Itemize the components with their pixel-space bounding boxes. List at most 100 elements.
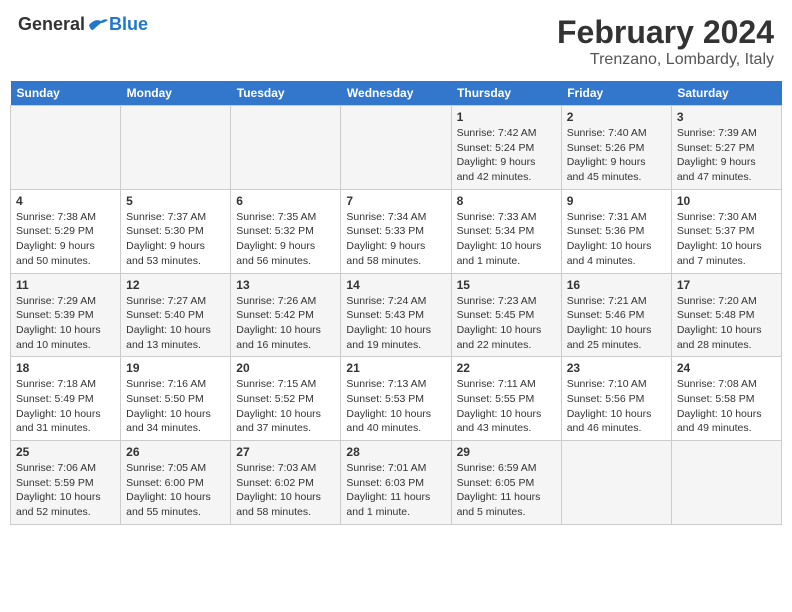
day-number: 10	[677, 194, 776, 208]
day-number: 11	[16, 278, 115, 292]
weekday-header-friday: Friday	[561, 81, 671, 106]
logo: General Blue	[18, 14, 148, 35]
weekday-header-wednesday: Wednesday	[341, 81, 451, 106]
day-number: 5	[126, 194, 225, 208]
day-number: 19	[126, 361, 225, 375]
week-row-1: 1 Sunrise: 7:42 AMSunset: 5:24 PMDaylight…	[11, 106, 782, 190]
day-number: 12	[126, 278, 225, 292]
header: General Blue February 2024 Trenzano, Lom…	[10, 10, 782, 73]
weekday-header-monday: Monday	[121, 81, 231, 106]
weekday-header-row: SundayMondayTuesdayWednesdayThursdayFrid…	[11, 81, 782, 106]
calendar-cell	[121, 106, 231, 190]
calendar-cell: 16 Sunrise: 7:21 AMSunset: 5:46 PMDayligh…	[561, 273, 671, 357]
calendar-cell: 10 Sunrise: 7:30 AMSunset: 5:37 PMDayligh…	[671, 189, 781, 273]
day-number: 23	[567, 361, 666, 375]
day-info: Sunrise: 6:59 AMSunset: 6:05 PMDaylight:…	[457, 461, 556, 520]
calendar-cell: 14 Sunrise: 7:24 AMSunset: 5:43 PMDayligh…	[341, 273, 451, 357]
day-number: 1	[457, 110, 556, 124]
day-number: 29	[457, 445, 556, 459]
day-number: 6	[236, 194, 335, 208]
calendar-cell	[231, 106, 341, 190]
day-info: Sunrise: 7:34 AMSunset: 5:33 PMDaylight:…	[346, 210, 445, 269]
calendar-cell	[11, 106, 121, 190]
day-number: 8	[457, 194, 556, 208]
day-number: 22	[457, 361, 556, 375]
day-info: Sunrise: 7:29 AMSunset: 5:39 PMDaylight:…	[16, 294, 115, 353]
day-number: 17	[677, 278, 776, 292]
day-number: 3	[677, 110, 776, 124]
day-number: 9	[567, 194, 666, 208]
logo-blue-text: Blue	[109, 14, 148, 35]
day-number: 13	[236, 278, 335, 292]
calendar-cell: 8 Sunrise: 7:33 AMSunset: 5:34 PMDaylight…	[451, 189, 561, 273]
day-info: Sunrise: 7:10 AMSunset: 5:56 PMDaylight:…	[567, 377, 666, 436]
logo-general-text: General	[18, 14, 85, 35]
calendar-cell: 20Sunrise: 7:15 AMSunset: 5:52 PMDayligh…	[231, 357, 341, 441]
day-info: Sunrise: 7:06 AMSunset: 5:59 PMDaylight:…	[16, 461, 115, 520]
day-info: Sunrise: 7:13 AMSunset: 5:53 PMDaylight:…	[346, 377, 445, 436]
calendar-cell: 25 Sunrise: 7:06 AMSunset: 5:59 PMDayligh…	[11, 441, 121, 525]
calendar-cell: 23 Sunrise: 7:10 AMSunset: 5:56 PMDayligh…	[561, 357, 671, 441]
weekday-header-tuesday: Tuesday	[231, 81, 341, 106]
day-info: Sunrise: 7:40 AMSunset: 5:26 PMDaylight:…	[567, 126, 666, 185]
calendar-cell: 24 Sunrise: 7:08 AMSunset: 5:58 PMDayligh…	[671, 357, 781, 441]
day-info: Sunrise: 7:31 AMSunset: 5:36 PMDaylight:…	[567, 210, 666, 269]
calendar-cell: 11 Sunrise: 7:29 AMSunset: 5:39 PMDayligh…	[11, 273, 121, 357]
day-info: Sunrise: 7:23 AMSunset: 5:45 PMDaylight:…	[457, 294, 556, 353]
day-info: Sunrise: 7:27 AMSunset: 5:40 PMDaylight:…	[126, 294, 225, 353]
day-info: Sunrise: 7:03 AMSunset: 6:02 PMDaylight:…	[236, 461, 335, 520]
day-number: 28	[346, 445, 445, 459]
day-number: 2	[567, 110, 666, 124]
calendar-cell	[671, 441, 781, 525]
week-row-4: 18Sunrise: 7:18 AMSunset: 5:49 PMDayligh…	[11, 357, 782, 441]
title-area: February 2024 Trenzano, Lombardy, Italy	[557, 14, 774, 69]
day-info: Sunrise: 7:35 AMSunset: 5:32 PMDaylight:…	[236, 210, 335, 269]
calendar-cell	[561, 441, 671, 525]
calendar-cell: 17 Sunrise: 7:20 AMSunset: 5:48 PMDayligh…	[671, 273, 781, 357]
day-number: 4	[16, 194, 115, 208]
day-info: Sunrise: 7:39 AMSunset: 5:27 PMDaylight:…	[677, 126, 776, 185]
calendar-cell: 2 Sunrise: 7:40 AMSunset: 5:26 PMDaylight…	[561, 106, 671, 190]
day-info: Sunrise: 7:24 AMSunset: 5:43 PMDaylight:…	[346, 294, 445, 353]
day-number: 27	[236, 445, 335, 459]
weekday-header-sunday: Sunday	[11, 81, 121, 106]
day-info: Sunrise: 7:05 AMSunset: 6:00 PMDaylight:…	[126, 461, 225, 520]
calendar-cell: 26 Sunrise: 7:05 AMSunset: 6:00 PMDayligh…	[121, 441, 231, 525]
day-info: Sunrise: 7:15 AMSunset: 5:52 PMDaylight:…	[236, 377, 335, 436]
calendar-cell: 3 Sunrise: 7:39 AMSunset: 5:27 PMDaylight…	[671, 106, 781, 190]
day-info: Sunrise: 7:01 AMSunset: 6:03 PMDaylight:…	[346, 461, 445, 520]
week-row-2: 4 Sunrise: 7:38 AMSunset: 5:29 PMDaylight…	[11, 189, 782, 273]
calendar-cell: 1 Sunrise: 7:42 AMSunset: 5:24 PMDaylight…	[451, 106, 561, 190]
day-number: 24	[677, 361, 776, 375]
location-title: Trenzano, Lombardy, Italy	[557, 51, 774, 69]
calendar-cell: 7 Sunrise: 7:34 AMSunset: 5:33 PMDaylight…	[341, 189, 451, 273]
day-info: Sunrise: 7:38 AMSunset: 5:29 PMDaylight:…	[16, 210, 115, 269]
calendar-cell: 27 Sunrise: 7:03 AMSunset: 6:02 PMDayligh…	[231, 441, 341, 525]
day-info: Sunrise: 7:08 AMSunset: 5:58 PMDaylight:…	[677, 377, 776, 436]
day-info: Sunrise: 7:42 AMSunset: 5:24 PMDaylight:…	[457, 126, 556, 185]
day-info: Sunrise: 7:11 AMSunset: 5:55 PMDaylight:…	[457, 377, 556, 436]
calendar-cell: 28 Sunrise: 7:01 AMSunset: 6:03 PMDayligh…	[341, 441, 451, 525]
week-row-5: 25 Sunrise: 7:06 AMSunset: 5:59 PMDayligh…	[11, 441, 782, 525]
calendar-cell: 5Sunrise: 7:37 AMSunset: 5:30 PMDaylight…	[121, 189, 231, 273]
calendar-cell: 18Sunrise: 7:18 AMSunset: 5:49 PMDayligh…	[11, 357, 121, 441]
day-number: 14	[346, 278, 445, 292]
calendar-cell: 29 Sunrise: 6:59 AMSunset: 6:05 PMDayligh…	[451, 441, 561, 525]
day-info: Sunrise: 7:21 AMSunset: 5:46 PMDaylight:…	[567, 294, 666, 353]
calendar-cell: 19Sunrise: 7:16 AMSunset: 5:50 PMDayligh…	[121, 357, 231, 441]
day-info: Sunrise: 7:18 AMSunset: 5:49 PMDaylight:…	[16, 377, 115, 436]
calendar-cell: 13Sunrise: 7:26 AMSunset: 5:42 PMDayligh…	[231, 273, 341, 357]
calendar-cell: 9 Sunrise: 7:31 AMSunset: 5:36 PMDaylight…	[561, 189, 671, 273]
logo-bird-icon	[87, 16, 109, 34]
day-info: Sunrise: 7:33 AMSunset: 5:34 PMDaylight:…	[457, 210, 556, 269]
day-info: Sunrise: 7:30 AMSunset: 5:37 PMDaylight:…	[677, 210, 776, 269]
day-number: 7	[346, 194, 445, 208]
month-title: February 2024	[557, 14, 774, 51]
calendar-table: SundayMondayTuesdayWednesdayThursdayFrid…	[10, 81, 782, 525]
day-number: 25	[16, 445, 115, 459]
day-number: 26	[126, 445, 225, 459]
calendar-cell: 15Sunrise: 7:23 AMSunset: 5:45 PMDayligh…	[451, 273, 561, 357]
day-info: Sunrise: 7:20 AMSunset: 5:48 PMDaylight:…	[677, 294, 776, 353]
calendar-cell: 12 Sunrise: 7:27 AMSunset: 5:40 PMDayligh…	[121, 273, 231, 357]
day-number: 16	[567, 278, 666, 292]
